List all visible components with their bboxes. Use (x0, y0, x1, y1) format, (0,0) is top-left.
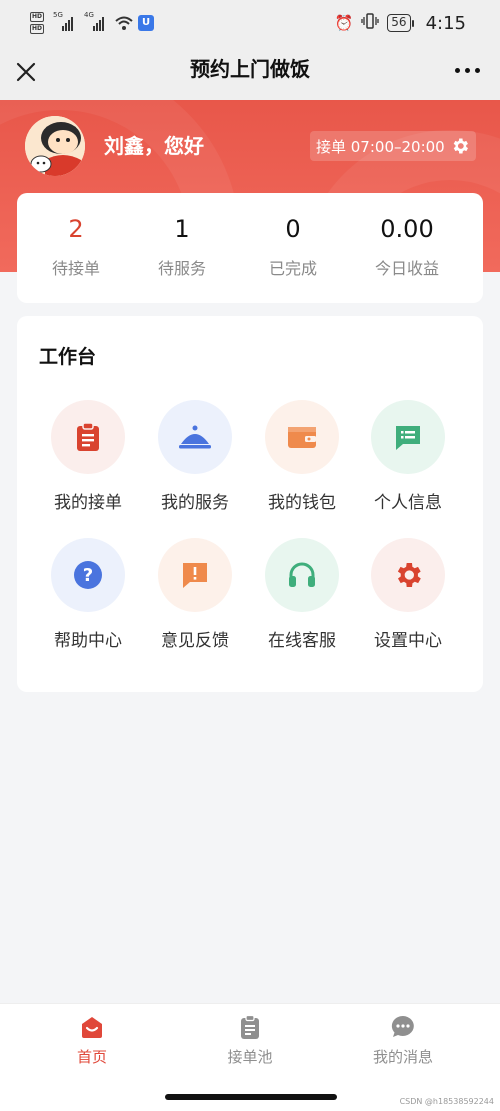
svg-text:?: ? (83, 565, 93, 586)
tile-label: 意见反馈 (161, 631, 229, 651)
clipboard-icon (51, 400, 125, 474)
avatar[interactable] (25, 116, 85, 176)
business-hours-label: 接单 07:00–20:00 (316, 137, 445, 156)
tile-online-support[interactable]: 在线客服 (249, 538, 355, 658)
battery-indicator: 56 (387, 14, 414, 32)
wallet-icon (265, 400, 339, 474)
stats-card: 2 待接单 1 待服务 0 已完成 0.00 今日收益 (17, 193, 483, 303)
vibrate-icon (361, 12, 379, 34)
message-list-icon (371, 400, 445, 474)
page-title: 预约上门做饭 (190, 57, 310, 81)
status-clock: 4:15 (425, 12, 466, 34)
order-pool-icon (237, 1014, 263, 1040)
status-bar: HD HD 5G 4G U ⏰ 56 4:15 (0, 0, 500, 46)
business-hours-badge[interactable]: 接单 07:00–20:00 (310, 131, 476, 161)
tab-order-pool[interactable]: 接单池 (190, 1014, 310, 1067)
app-notification-icon: U (138, 15, 155, 31)
signal-4g-icon: 4G (84, 11, 105, 31)
stat-value: 0.00 (380, 215, 434, 243)
tab-my-messages[interactable]: 我的消息 (343, 1014, 463, 1067)
help-icon: ? (51, 538, 125, 612)
watermark: CSDN @h18538592244 (399, 1097, 494, 1106)
greeting-text: 刘鑫，您好 (104, 134, 204, 158)
hd-badge: HD (30, 12, 45, 22)
tab-home[interactable]: 首页 (32, 1014, 152, 1067)
status-right: ⏰ 56 4:15 (335, 11, 466, 35)
stat-value: 1 (174, 215, 190, 243)
home-icon (79, 1014, 105, 1040)
battery-level: 56 (387, 14, 411, 32)
tab-label: 接单池 (227, 1048, 273, 1066)
stat-value: 0 (285, 215, 301, 243)
tile-settings-center[interactable]: 设置中心 (355, 538, 461, 658)
hd-indicators: HD HD (30, 12, 45, 34)
settings-gear-icon (371, 538, 445, 612)
hd-badge: HD (30, 24, 45, 34)
tab-label: 首页 (76, 1048, 107, 1066)
tile-my-wallet[interactable]: 我的钱包 (249, 400, 355, 520)
tile-my-services[interactable]: 我的服务 (142, 400, 248, 520)
more-icon[interactable] (455, 68, 480, 73)
alarm-icon: ⏰ (334, 14, 354, 32)
stat-label: 今日收益 (374, 259, 439, 278)
feedback-icon (158, 538, 232, 612)
headset-icon (265, 538, 339, 612)
network-type-label: 4G (84, 11, 94, 19)
network-type-label: 5G (53, 11, 63, 19)
app-screen: HD HD 5G 4G U ⏰ 56 4:15 预约上门做饭 刘鑫，您好 接单 … (0, 0, 500, 1111)
tile-label: 我的接单 (54, 493, 122, 513)
workbench-title: 工作台 (39, 346, 97, 368)
signal-5g-icon: 5G (53, 11, 74, 31)
status-left: HD HD 5G 4G U (30, 11, 155, 34)
tile-personal-info[interactable]: 个人信息 (355, 400, 461, 520)
chat-icon (390, 1014, 416, 1040)
tile-label: 我的钱包 (268, 493, 336, 513)
gear-icon[interactable] (450, 136, 470, 156)
tile-label: 我的服务 (161, 493, 229, 513)
nav-bar: 预约上门做饭 (0, 46, 500, 100)
workbench-card: 工作台 我的接单 我的服务 我的钱包 个人信息 ? 帮助中心 意见反馈 在线客服… (17, 316, 483, 692)
service-bell-icon (158, 400, 232, 474)
tile-label: 设置中心 (374, 631, 442, 651)
stat-value: 2 (68, 215, 84, 243)
tile-feedback[interactable]: 意见反馈 (142, 538, 248, 658)
tile-help-center[interactable]: ? 帮助中心 (35, 538, 141, 658)
home-indicator[interactable] (165, 1094, 337, 1100)
tile-label: 在线客服 (268, 631, 336, 651)
tile-my-orders[interactable]: 我的接单 (35, 400, 141, 520)
stat-label: 待接单 (51, 259, 100, 278)
tab-label: 我的消息 (372, 1048, 433, 1066)
tile-label: 个人信息 (374, 493, 442, 513)
wifi-icon (114, 15, 134, 31)
stat-label: 待服务 (157, 259, 206, 278)
stat-label: 已完成 (268, 259, 317, 278)
tile-label: 帮助中心 (54, 631, 122, 651)
